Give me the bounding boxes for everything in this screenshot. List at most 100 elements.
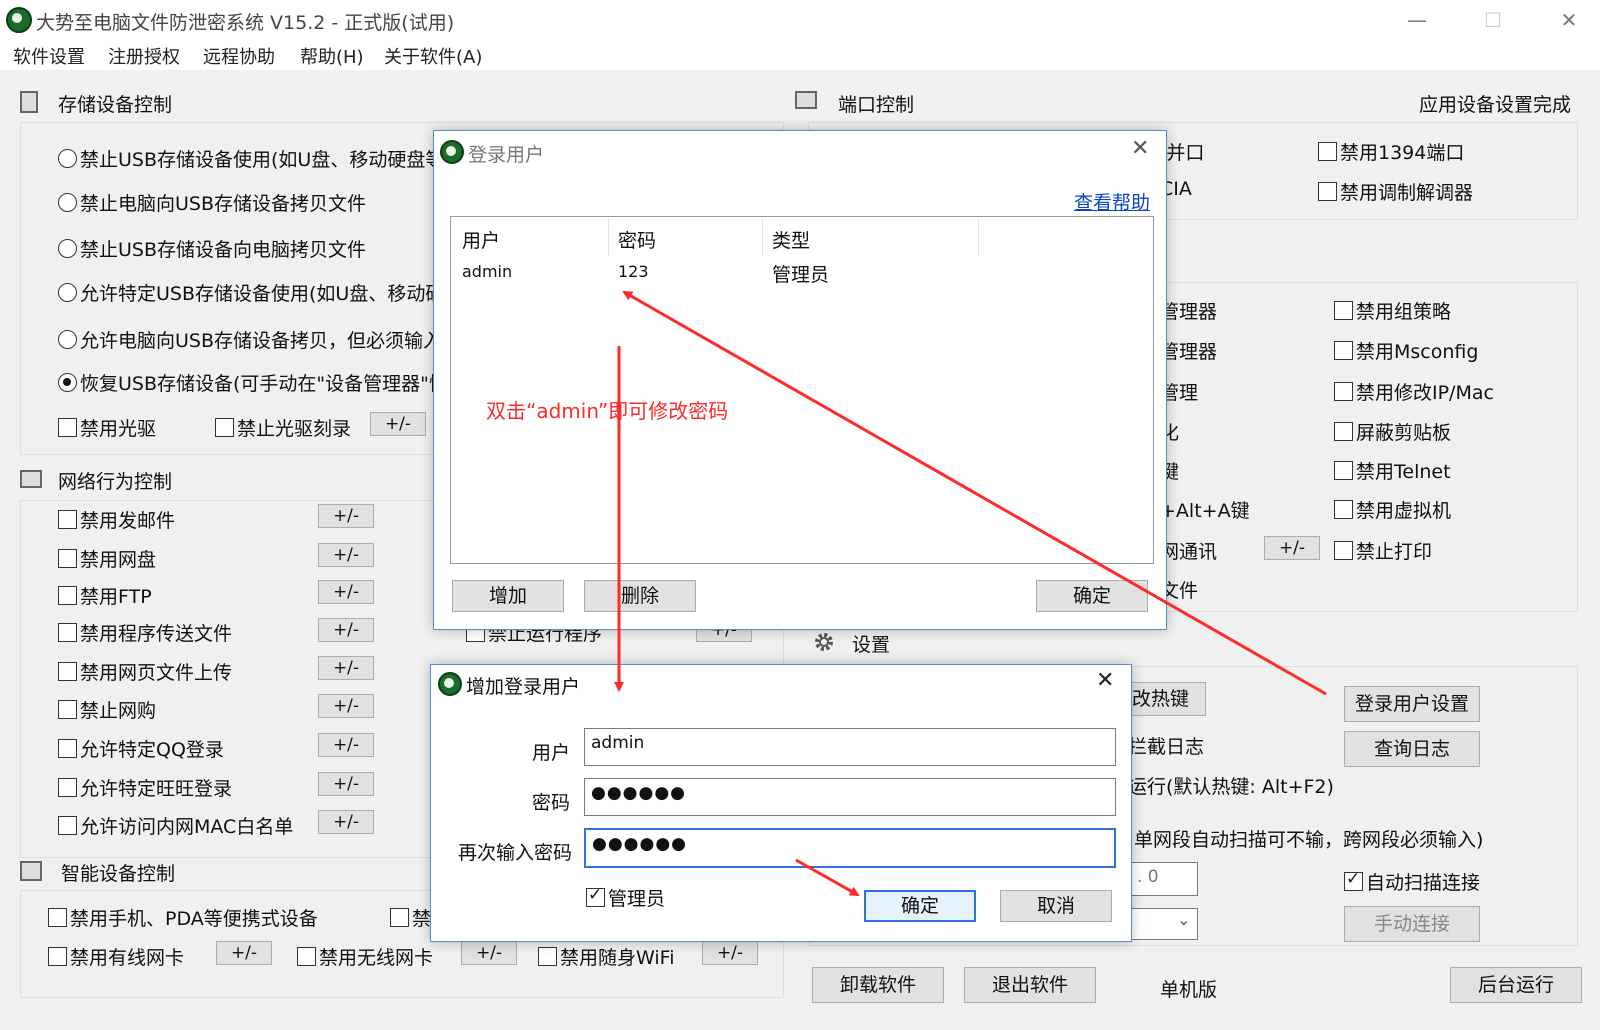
menu-help[interactable]: 帮助(H) [300,43,364,69]
maximize-button[interactable]: ☐ [1478,6,1508,34]
disable-vm-checkbox[interactable]: 禁用虚拟机 [1334,496,1451,523]
disable-msconfig-checkbox[interactable]: 禁用Msconfig [1334,337,1478,364]
column-header-type[interactable]: 类型 [772,226,810,253]
mac-whitelist-config-button[interactable]: +/- [318,810,374,834]
user-row-name[interactable]: admin [462,262,512,281]
system-partial-label: 管理器 [1160,301,1218,323]
column-divider [762,218,763,256]
program-transfer-config-button[interactable]: +/- [318,618,374,642]
background-run-button[interactable]: 后台运行 [1450,967,1582,1003]
radio-button[interactable] [58,330,77,349]
allow-wangwang-checkbox[interactable]: 允许特定旺旺登录 [58,774,232,801]
add-user-button[interactable]: 增加 [452,580,564,612]
view-help-link[interactable]: 查看帮助 [1074,188,1150,215]
radio-button[interactable] [58,239,77,258]
confirm-password-label: 再次输入密码 [458,842,573,864]
disable-phone-checkbox[interactable]: 禁用手机、PDA等便携式设备 [48,904,318,931]
disable-ftp-checkbox[interactable]: 禁用FTP [58,582,152,609]
column-header-password[interactable]: 密码 [618,226,656,253]
menu-remote-assist[interactable]: 远程协助 [203,43,275,69]
exit-button[interactable]: 退出软件 [964,967,1096,1003]
delete-user-button[interactable]: 删除 [584,580,696,612]
network-section-title: 网络行为控制 [58,471,173,493]
usb-drive-icon [20,91,38,113]
storage-option-4[interactable]: 允许电脑向USB存储设备拷贝，但必须输入 [58,326,442,353]
ip-octet-field[interactable]: . 0 [1130,862,1198,896]
radio-button[interactable] [58,193,77,212]
close-icon[interactable]: ✕ [1096,668,1114,693]
intercept-log-label: 拦截日志 [1128,736,1205,758]
run-hotkey-label: 运行(默认热键: Alt+F2) [1128,776,1334,798]
web-upload-config-button[interactable]: +/- [318,656,374,680]
password-label: 密码 [532,792,571,814]
add-dialog-ok-button[interactable]: 确定 [864,890,976,922]
storage-option-5[interactable]: 恢复USB存储设备(可手动在"设备管理器"恢 [58,369,448,396]
disable-online-shopping-checkbox[interactable]: 禁止网购 [58,696,156,723]
user-row-type[interactable]: 管理员 [772,260,829,287]
column-header-user[interactable]: 用户 [462,226,500,253]
disable-ip-mac-change-checkbox[interactable]: 禁用修改IP/Mac [1334,378,1494,405]
uninstall-button[interactable]: 卸载软件 [812,967,944,1003]
smart-partial-checkbox[interactable]: 禁 [390,904,431,931]
user-label: 用户 [532,742,571,764]
disable-wifi-checkbox[interactable]: 禁用随身WiFi [538,943,674,970]
disable-netdisk-checkbox[interactable]: 禁用网盘 [58,545,156,572]
close-button[interactable]: ✕ [1554,6,1584,34]
netdisk-config-button[interactable]: +/- [318,543,374,567]
query-log-button[interactable]: 查询日志 [1344,731,1480,767]
wireless-nic-config-button[interactable]: +/- [461,941,517,965]
ftp-config-button[interactable]: +/- [318,580,374,604]
disable-web-upload-checkbox[interactable]: 禁用网页文件上传 [58,658,232,685]
add-dialog-title: 增加登录用户 [466,676,581,698]
radio-button-selected[interactable] [58,373,77,392]
shopping-config-button[interactable]: +/- [318,694,374,718]
confirm-password-input[interactable]: ●●●●●● [584,828,1116,868]
disable-1394-checkbox[interactable]: 禁用1394端口 [1318,138,1464,165]
disable-print-checkbox[interactable]: 禁止打印 [1334,537,1432,564]
menu-register[interactable]: 注册授权 [108,43,180,69]
storage-option-3[interactable]: 允许特定USB存储设备使用(如U盘、移动硬 [58,279,444,306]
email-config-button[interactable]: +/- [318,504,374,528]
settings-section-title: 设置 [852,634,891,656]
storage-option-2[interactable]: 禁止USB存储设备向电脑拷贝文件 [58,235,366,262]
chevron-down-icon[interactable]: ⌄ [1177,910,1190,929]
disable-telnet-checkbox[interactable]: 禁用Telnet [1334,457,1451,484]
block-clipboard-checkbox[interactable]: 屏蔽剪贴板 [1334,418,1451,445]
close-icon[interactable]: ✕ [1131,136,1149,161]
minimize-button[interactable]: — [1402,6,1432,34]
disable-modem-checkbox[interactable]: 禁用调制解调器 [1318,178,1473,205]
disable-cdrom-checkbox[interactable]: 禁用光驱 [58,414,156,441]
password-input[interactable]: ●●●●●● [584,778,1116,816]
username-input[interactable]: admin [584,728,1116,766]
radio-button[interactable] [58,149,77,168]
manual-connect-button[interactable]: 手动连接 [1344,906,1480,942]
app-logo-icon [440,140,464,164]
disable-program-transfer-checkbox[interactable]: 禁用程序传送文件 [58,619,232,646]
radio-button[interactable] [58,283,77,302]
network-comm-config-button[interactable]: +/- [1264,536,1320,560]
admin-checkbox[interactable]: 管理员 [586,884,665,911]
disable-wired-nic-checkbox[interactable]: 禁用有线网卡 [48,943,184,970]
login-dialog-ok-button[interactable]: 确定 [1036,580,1148,612]
allow-qq-checkbox[interactable]: 允许特定QQ登录 [58,735,224,762]
window-title: 大势至电脑文件防泄密系统 V15.2 - 正式版(试用) [36,12,455,34]
disable-group-policy-checkbox[interactable]: 禁用组策略 [1334,297,1451,324]
menu-software-settings[interactable]: 软件设置 [13,43,85,69]
wangwang-config-button[interactable]: +/- [318,772,374,796]
storage-option-1[interactable]: 禁止电脑向USB存储设备拷贝文件 [58,189,366,216]
disable-email-checkbox[interactable]: 禁用发邮件 [58,506,175,533]
disable-wireless-nic-checkbox[interactable]: 禁用无线网卡 [297,943,433,970]
allow-mac-whitelist-checkbox[interactable]: 允许访问内网MAC白名单 [58,812,293,839]
qq-config-button[interactable]: +/- [318,733,374,757]
add-dialog-cancel-button[interactable]: 取消 [1000,890,1112,922]
login-user-settings-button[interactable]: 登录用户设置 [1344,686,1480,722]
cd-burn-config-button[interactable]: +/- [370,412,426,436]
wifi-config-button[interactable]: +/- [702,941,758,965]
auto-scan-connect-checkbox[interactable]: 自动扫描连接 [1344,868,1480,895]
storage-option-0[interactable]: 禁止USB存储设备使用(如U盘、移动硬盘等 [58,145,444,172]
user-row-password[interactable]: 123 [618,262,649,281]
disable-cd-burn-checkbox[interactable]: 禁止光驱刻录 [215,414,351,441]
menu-about[interactable]: 关于软件(A) [384,43,482,69]
wired-nic-config-button[interactable]: +/- [216,941,272,965]
smart-section-title: 智能设备控制 [61,863,176,885]
